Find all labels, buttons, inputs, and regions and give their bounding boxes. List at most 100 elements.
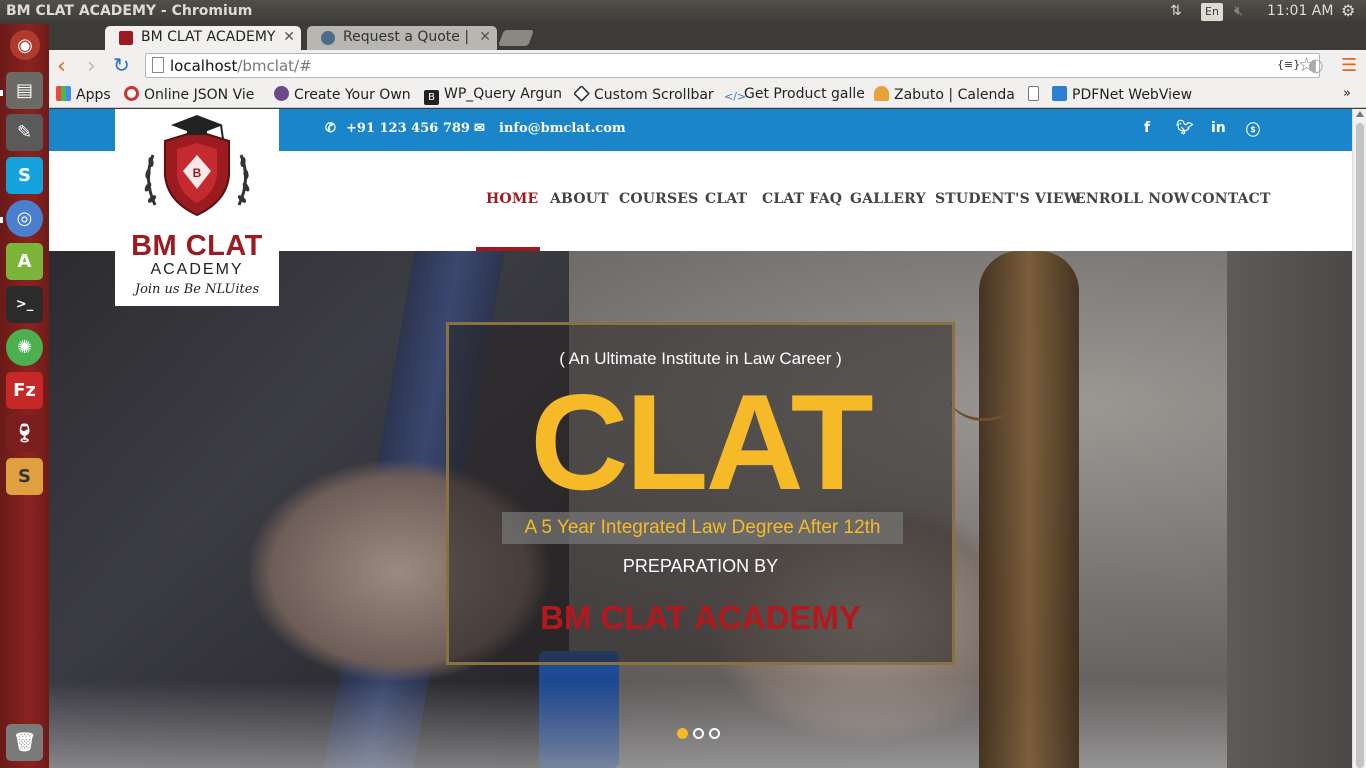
facebook-icon[interactable]: f — [1144, 120, 1150, 136]
svg-text:B: B — [193, 166, 202, 180]
logo-subname: ACADEMY — [150, 261, 244, 278]
email-address[interactable]: info@bmclat.com — [499, 121, 626, 136]
new-tab-button[interactable] — [498, 30, 534, 46]
menu-hamburger-icon[interactable]: ☰ — [1341, 55, 1357, 76]
page-scrollbar[interactable] — [1352, 109, 1366, 768]
page-icon — [152, 57, 164, 73]
url-path: /bmclat/# — [237, 57, 312, 75]
volume-muted-icon[interactable]: 🔇︎ — [1234, 3, 1243, 19]
settings-tools-icon[interactable]: ✎ — [6, 114, 43, 151]
running-indicator — [0, 217, 3, 223]
address-bar[interactable]: localhost/bmclat/# ☆ — [145, 53, 1320, 78]
nav-clat[interactable]: CLAT — [705, 191, 747, 207]
nav-about[interactable]: ABOUT — [550, 191, 609, 207]
tab-request-quote[interactable]: Request a Quote | Tr ✕ — [307, 26, 497, 67]
apps-grid-icon — [56, 86, 71, 101]
nav-clat-faq[interactable]: CLAT FAQ — [762, 191, 842, 207]
slider-dot-3[interactable] — [709, 728, 720, 739]
nav-home[interactable]: HOME — [486, 191, 538, 207]
files-icon[interactable]: ▤ — [6, 72, 43, 109]
sublime-text-icon[interactable]: S — [6, 458, 43, 495]
browser-toolbar: ‹ › ↻ localhost/bmclat/# ☆ {≡} ◐ ☰ — [49, 50, 1366, 83]
json-icon — [124, 86, 139, 101]
phone-number[interactable]: +91 123 456 789 — [346, 121, 470, 136]
reload-icon[interactable]: ↻ — [113, 53, 130, 77]
wine-glass-icon[interactable]: 🍷︎ — [6, 415, 43, 452]
codepen-icon — [574, 86, 590, 102]
atom-editor-icon[interactable]: ✺ — [6, 329, 43, 366]
code-icon: </> — [724, 90, 747, 103]
logo-name: BM CLAT — [131, 230, 263, 262]
hero-preparation-by: PREPARATION BY — [622, 556, 779, 576]
page-icon — [1028, 86, 1039, 101]
json-viewer-extension-icon[interactable]: {≡} — [1277, 58, 1300, 71]
close-tab-icon[interactable]: ✕ — [283, 26, 295, 48]
twitter-icon[interactable]: 🐦︎ — [1176, 120, 1194, 136]
filezilla-icon[interactable]: Fz — [6, 372, 43, 409]
phone-icon: ✆ — [325, 121, 336, 136]
bookmark-get-product-gallery[interactable]: </>Get Product galle — [724, 86, 864, 104]
web-page: ✆ +91 123 456 789 ✉ info@bmclat.com f 🐦︎… — [49, 109, 1352, 768]
bookmark-apps[interactable]: Apps — [56, 86, 121, 103]
bookmark-zabuto-calendar[interactable]: Zabuto | Calenda — [874, 86, 1014, 103]
site-logo[interactable]: B BM CLAT ACADEMY Join us Be NLUites — [115, 109, 279, 306]
site-favicon-icon — [321, 31, 335, 45]
site-favicon-icon — [119, 31, 133, 45]
back-arrow-icon[interactable]: ‹ — [57, 54, 66, 79]
nav-courses[interactable]: COURSES — [619, 191, 698, 207]
ubuntu-dash-icon[interactable]: ◉ — [10, 30, 40, 60]
b-icon: B — [424, 90, 439, 105]
hero-bg-scales — [949, 371, 1019, 421]
scrollbar-thumb[interactable] — [1356, 123, 1364, 768]
hero-bg-edge — [1227, 251, 1352, 768]
nav-students-view[interactable]: STUDENT'S VIEW — [935, 191, 1080, 207]
calendar-icon — [874, 86, 889, 101]
forward-arrow-icon[interactable]: › — [87, 54, 96, 79]
hero-tagline: A 5 Year Integrated Law Degree After 12t… — [502, 512, 903, 544]
nav-enroll-now[interactable]: ENROLL NOW — [1075, 191, 1190, 207]
hero-bg-statue — [979, 251, 1079, 768]
slider-dot-2[interactable] — [693, 728, 704, 739]
bookmark-wp-query[interactable]: B WP_Query Argun — [424, 86, 564, 105]
clock[interactable]: 11:01 AM — [1267, 3, 1333, 19]
skype-icon[interactable]: ⓢ — [1246, 120, 1260, 140]
trash-icon[interactable]: 🗑︎ — [6, 724, 43, 761]
nav-gallery[interactable]: GALLERY — [850, 191, 926, 207]
bookmarks-bar: Apps Online JSON Vie Create Your Own B WP… — [49, 83, 1366, 108]
hero-slider: ( An Ultimate Institute in Law Career ) … — [49, 251, 1352, 768]
tab-title: BM CLAT ACADEMY — [141, 29, 276, 45]
bookmark-pdfnet[interactable]: PDFNet WebView — [1052, 86, 1192, 103]
scroll-up-arrow-icon[interactable] — [1356, 111, 1364, 117]
running-indicator — [0, 90, 3, 96]
hero-caption-box: ( An Ultimate Institute in Law Career ) … — [446, 322, 955, 665]
terminal-icon[interactable]: >_ — [6, 286, 43, 323]
unity-launcher: ◉ ▤ ✎ S ◎ A >_ ✺ Fz 🍷︎ S 🗑︎ — [0, 24, 49, 768]
bookmark-create-your-own[interactable]: Create Your Own — [274, 86, 414, 103]
browser-tab-bar: BM CLAT ACADEMY ✕ Request a Quote | Tr ✕ — [49, 24, 1366, 67]
feather-icon — [274, 86, 289, 101]
skype-icon[interactable]: S — [6, 157, 43, 194]
hero-headline: CLAT — [530, 366, 873, 518]
bookmark-custom-scrollbar[interactable]: Custom Scrollbar — [574, 86, 714, 103]
chromium-icon[interactable]: ◎ — [6, 200, 43, 237]
url-host: localhost — [170, 57, 238, 75]
slider-dot-1[interactable] — [677, 728, 688, 739]
bookmark-online-json[interactable]: Online JSON Vie — [124, 86, 264, 103]
close-tab-icon[interactable]: ✕ — [479, 26, 491, 48]
settings-gear-icon[interactable]: ⚙ — [1341, 1, 1355, 20]
pdfnet-icon — [1052, 86, 1067, 101]
extension-icon[interactable]: ◐ — [1308, 55, 1324, 76]
envelope-icon: ✉ — [474, 121, 485, 136]
window-title: BM CLAT ACADEMY - Chromium — [6, 3, 253, 19]
hero-academy-name: BM CLAT ACADEMY — [540, 599, 861, 636]
network-updown-icon[interactable]: ⇅ — [1170, 3, 1182, 19]
linkedin-icon[interactable]: in — [1211, 120, 1226, 136]
logo-tagline: Join us Be NLUites — [134, 282, 260, 297]
keyboard-layout-indicator[interactable]: En — [1201, 3, 1223, 21]
bookmark-page[interactable] — [1028, 86, 1046, 103]
nav-contact[interactable]: CONTACT — [1191, 191, 1271, 207]
android-studio-icon[interactable]: A — [6, 243, 43, 280]
os-top-panel: BM CLAT ACADEMY - Chromium ⇅ En 🔇︎ 11:01… — [0, 0, 1366, 24]
tab-bm-clat[interactable]: BM CLAT ACADEMY ✕ — [105, 26, 301, 50]
more-bookmarks-chevron-icon[interactable]: » — [1343, 86, 1351, 101]
